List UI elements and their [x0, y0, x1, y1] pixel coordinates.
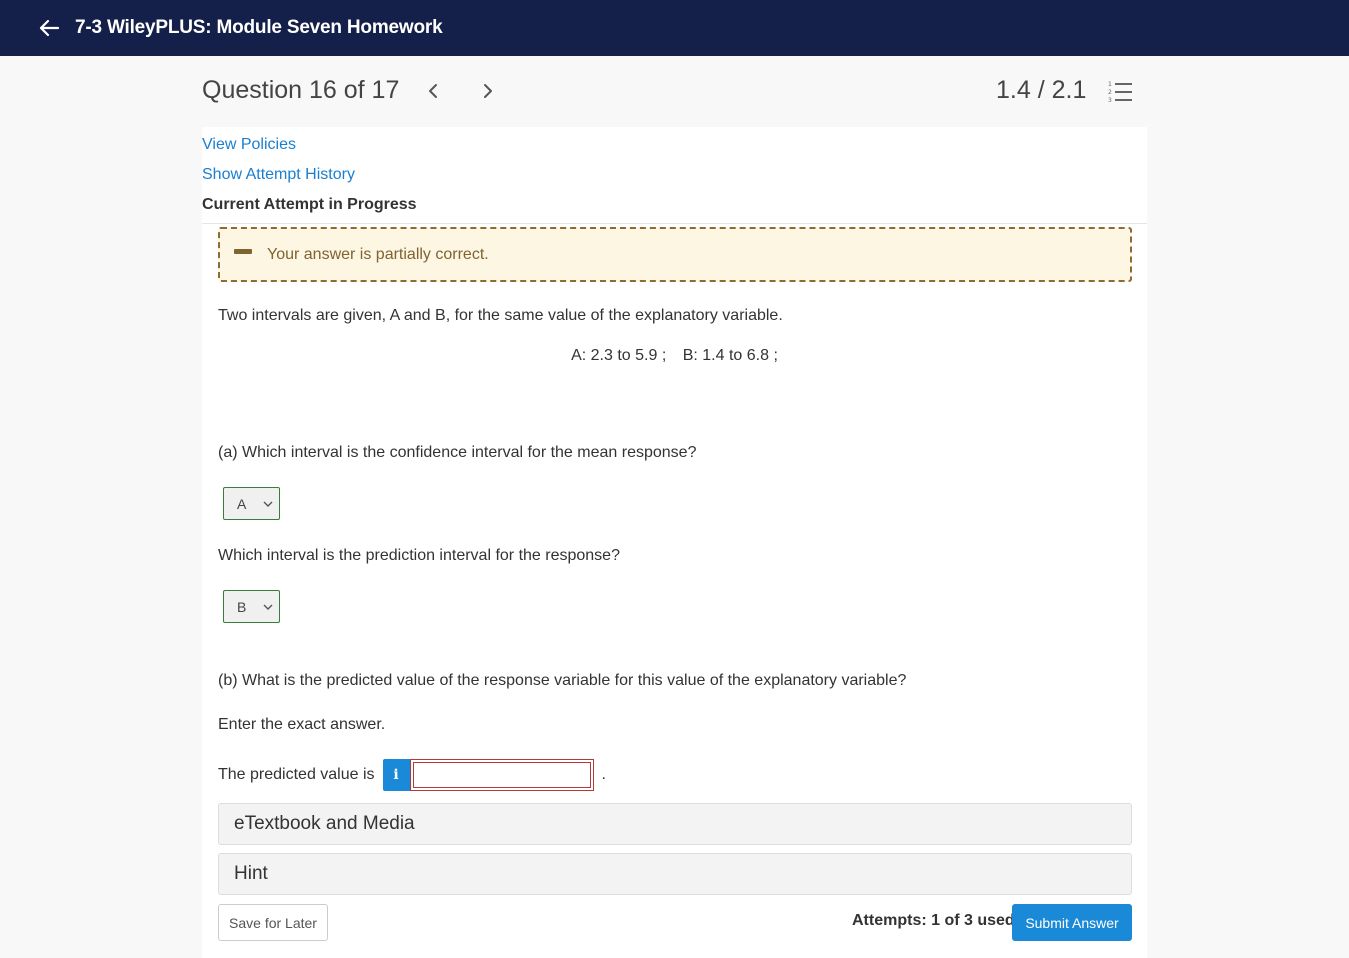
instruction-text: Enter the exact answer.: [218, 716, 386, 733]
answer-suffix: .: [601, 766, 606, 783]
svg-text:2: 2: [1108, 89, 1112, 96]
assignment-title: 7-3 WileyPLUS: Module Seven Homework: [75, 17, 443, 38]
show-attempt-history-link[interactable]: Show Attempt History: [202, 160, 1147, 190]
score: 1.4 / 2.1: [996, 76, 1087, 104]
predicted-value-input[interactable]: [412, 762, 591, 788]
confidence-interval-select[interactable]: A: [223, 487, 280, 520]
minus-icon: [234, 249, 252, 254]
part-b-question: (b) What is the predicted value of the r…: [218, 672, 907, 689]
question-counter: Question 16 of 17: [202, 76, 400, 104]
arrow-left-icon[interactable]: [38, 17, 60, 39]
answer-input-wrapper: [409, 759, 594, 791]
prediction-interval-select[interactable]: B: [223, 590, 280, 623]
numbered-list-icon[interactable]: 1 2 3: [1108, 80, 1134, 109]
svg-text:1: 1: [1108, 81, 1112, 88]
feedback-banner: Your answer is partially correct.: [218, 227, 1132, 282]
view-policies-link[interactable]: View Policies: [202, 130, 1147, 160]
answer-row: The predicted value is i .: [218, 759, 606, 791]
part-a-question-1: (a) Which interval is the confidence int…: [218, 444, 697, 461]
selected-value: A: [237, 495, 247, 512]
answer-label: The predicted value is: [218, 766, 375, 783]
question-header: Question 16 of 17 1.4 / 2.1 1 2 3: [0, 56, 1349, 127]
interval-b: B: 1.4 to 6.8 ;: [682, 347, 778, 364]
chevron-down-icon: [263, 495, 273, 513]
svg-text:3: 3: [1108, 97, 1112, 104]
current-attempt-heading: Current Attempt in Progress: [202, 196, 417, 213]
feedback-message: Your answer is partially correct.: [267, 246, 489, 263]
save-for-later-button[interactable]: Save for Later: [218, 904, 328, 941]
hint-panel[interactable]: Hint: [218, 853, 1132, 895]
question-content: View Policies Show Attempt History Curre…: [202, 127, 1147, 958]
question-intro: Two intervals are given, A and B, for th…: [218, 307, 783, 324]
submit-answer-button[interactable]: Submit Answer: [1012, 904, 1132, 941]
etextbook-media-panel[interactable]: eTextbook and Media: [218, 803, 1132, 845]
info-icon[interactable]: i: [382, 759, 410, 791]
chevron-down-icon: [263, 598, 273, 616]
chevron-left-icon[interactable]: [423, 80, 443, 102]
intervals: A: 2.3 to 5.9 ; B: 1.4 to 6.8 ;: [202, 347, 1147, 365]
top-bar: 7-3 WileyPLUS: Module Seven Homework: [0, 0, 1349, 56]
chevron-right-icon[interactable]: [478, 80, 498, 102]
part-a-question-2: Which interval is the prediction interva…: [218, 547, 620, 564]
interval-a: A: 2.3 to 5.9 ;: [571, 347, 667, 364]
selected-value: B: [237, 598, 247, 615]
divider: [202, 223, 1147, 224]
attempts-counter: Attempts: 1 of 3 used: [852, 912, 1015, 929]
